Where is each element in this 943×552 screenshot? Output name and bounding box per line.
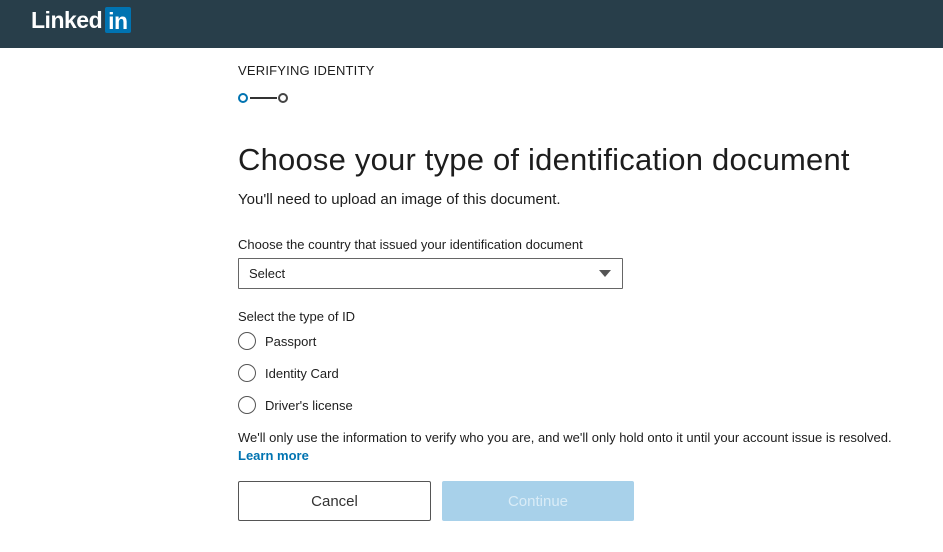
radio-label: Passport xyxy=(265,333,317,349)
radio-option-drivers-license[interactable]: Driver's license xyxy=(238,394,353,416)
id-type-label: Select the type of ID xyxy=(238,309,356,324)
page-title: Choose your type of identification docum… xyxy=(238,142,850,177)
cancel-button[interactable]: Cancel xyxy=(238,481,431,521)
learn-more-link[interactable]: Learn more xyxy=(238,448,309,463)
progress-stepper xyxy=(238,93,290,103)
radio-option-passport[interactable]: Passport xyxy=(238,330,316,352)
step-1-indicator xyxy=(238,93,248,103)
radio-option-identity-card[interactable]: Identity Card xyxy=(238,362,339,384)
caret-down-icon xyxy=(599,270,611,277)
radio-button[interactable] xyxy=(238,332,256,350)
country-select-value: Select xyxy=(249,266,286,281)
continue-button[interactable]: Continue xyxy=(442,481,634,521)
top-nav-bar: Linked in xyxy=(0,0,943,48)
page-subtitle: You'll need to upload an image of this d… xyxy=(238,191,561,208)
radio-button[interactable] xyxy=(238,364,256,382)
radio-button[interactable] xyxy=(238,396,256,414)
step-label: VERIFYING IDENTITY xyxy=(238,63,375,78)
logo-in-badge: in xyxy=(105,7,131,34)
radio-label: Identity Card xyxy=(265,365,339,381)
logo-text: Linked xyxy=(31,6,103,33)
step-2-indicator xyxy=(278,93,288,103)
country-select-label: Choose the country that issued your iden… xyxy=(238,237,583,252)
privacy-notice: We'll only use the information to verify… xyxy=(238,429,908,465)
step-connector xyxy=(250,97,277,99)
privacy-notice-text: We'll only use the information to verify… xyxy=(238,430,892,445)
radio-label: Driver's license xyxy=(265,397,353,413)
linkedin-logo[interactable]: Linked in xyxy=(31,6,131,34)
country-select[interactable]: Select xyxy=(238,258,623,289)
